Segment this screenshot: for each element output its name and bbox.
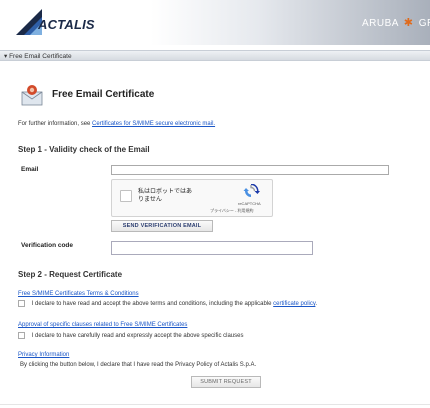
group-name-right: GROU — [418, 18, 430, 29]
email-field[interactable] — [111, 165, 389, 175]
terms-accept-checkbox[interactable] — [18, 300, 25, 307]
step2-heading: Step 2 - Request Certificate — [18, 270, 123, 279]
info-text: For further information, see Certificate… — [18, 121, 215, 127]
privacy-text: By clicking the button below, I declare … — [20, 362, 257, 368]
send-verification-email-button[interactable]: SEND VERIFICATION EMAIL — [111, 220, 213, 232]
verification-code-field[interactable] — [111, 241, 313, 255]
certificate-envelope-icon — [21, 85, 43, 106]
recaptcha-widget: 私はロボットではありません reCAPTCHA プライバシー - 利用規約 — [111, 179, 273, 217]
info-prefix: For further information, see — [18, 121, 93, 127]
verification-code-label: Verification code — [21, 242, 74, 249]
terms-accept-end: . — [315, 301, 318, 308]
clauses-link-row: Approval of specific clauses related to … — [18, 322, 187, 328]
section-bar[interactable]: ▾ Free Email Certificate — [0, 50, 430, 61]
specific-clauses-link[interactable]: Approval of specific clauses related to … — [18, 322, 187, 328]
page-title: Free Email Certificate — [52, 89, 155, 100]
terms-conditions-link[interactable]: Free S/MIME Certificates Terms & Conditi… — [18, 291, 139, 297]
privacy-link-row: Privacy Information — [18, 352, 69, 358]
clauses-accept-text: I declare to have carefully read and exp… — [30, 333, 244, 340]
clauses-accept-checkbox[interactable] — [18, 332, 25, 339]
recaptcha-logo-icon — [243, 184, 260, 197]
aruba-star-icon: ✱ — [403, 17, 414, 29]
submit-request-button[interactable]: SUBMIT REQUEST — [191, 376, 261, 388]
footer-divider — [0, 404, 430, 405]
privacy-information-link[interactable]: Privacy Information — [18, 352, 69, 358]
site-header: ACTALIS ARUBA ✱ GROU — [0, 0, 430, 45]
brand-name: ACTALIS — [38, 17, 95, 32]
aruba-group-logo: ARUBA ✱ GROU — [362, 16, 430, 29]
recaptcha-label: 私はロボットではありません — [138, 189, 193, 203]
email-label: Email — [21, 166, 39, 173]
clauses-accept-row: I declare to have carefully read and exp… — [18, 332, 243, 339]
recaptcha-checkbox[interactable] — [120, 190, 132, 202]
smime-info-link[interactable]: Certificates for S/MIME secure electroni… — [92, 121, 215, 127]
step1-heading: Step 1 - Validity check of the Email — [18, 145, 150, 154]
recaptcha-brand: reCAPTCHA — [238, 201, 261, 206]
recaptcha-terms[interactable]: プライバシー - 利用規約 — [210, 208, 253, 214]
terms-link-row: Free S/MIME Certificates Terms & Conditi… — [18, 291, 139, 297]
group-name-left: ARUBA — [362, 18, 399, 29]
terms-accept-text: I declare to have read and accept the ab… — [30, 301, 274, 308]
terms-accept-row: I declare to have read and accept the ab… — [18, 300, 317, 307]
certificate-policy-link[interactable]: certificate policy — [273, 301, 315, 307]
